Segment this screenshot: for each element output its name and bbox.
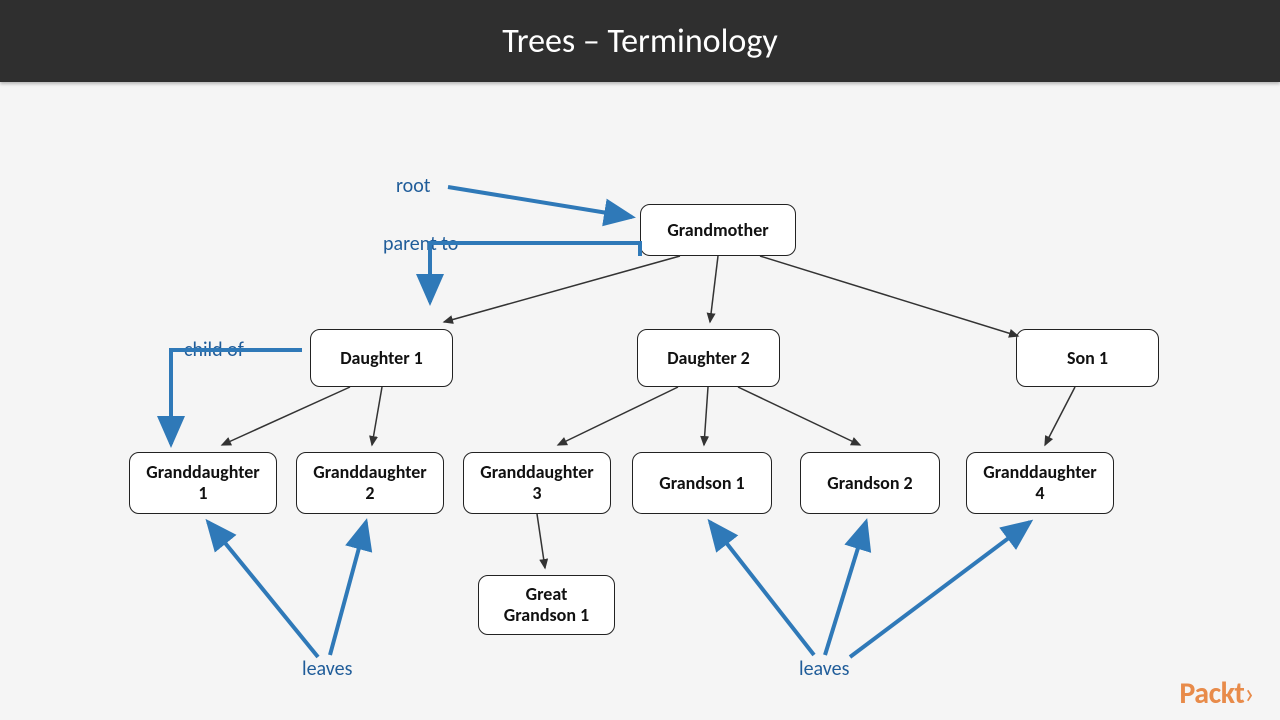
node-daughter-2: Daughter 2 — [637, 329, 780, 387]
node-great-grandson-1: Great Grandson 1 — [478, 575, 615, 635]
label-root: root — [396, 174, 430, 198]
brand-logo: Packt› — [1179, 675, 1254, 712]
node-grandmother: Grandmother — [640, 204, 796, 256]
label-leaves-left: leaves — [302, 657, 352, 681]
connector-lines — [0, 82, 1280, 720]
node-son-1: Son 1 — [1016, 329, 1159, 387]
label-child-of: child of — [184, 338, 244, 362]
page-title: Trees – Terminology — [0, 0, 1280, 82]
page-title-text: Trees – Terminology — [502, 21, 778, 62]
node-grandson-1: Grandson 1 — [632, 452, 772, 514]
node-granddaughter-1: Granddaughter 1 — [129, 452, 277, 514]
node-granddaughter-2: Granddaughter 2 — [296, 452, 444, 514]
brand-chevron-icon: › — [1244, 675, 1254, 712]
node-granddaughter-4: Granddaughter 4 — [966, 452, 1114, 514]
node-grandson-2: Grandson 2 — [800, 452, 940, 514]
label-parent-to: parent to — [383, 232, 458, 256]
diagram-canvas: root parent to child of leaves leaves Gr… — [0, 82, 1280, 720]
label-leaves-right: leaves — [799, 657, 849, 681]
node-granddaughter-3: Granddaughter 3 — [463, 452, 611, 514]
node-daughter-1: Daughter 1 — [310, 329, 453, 387]
brand-text: Packt — [1179, 675, 1244, 712]
